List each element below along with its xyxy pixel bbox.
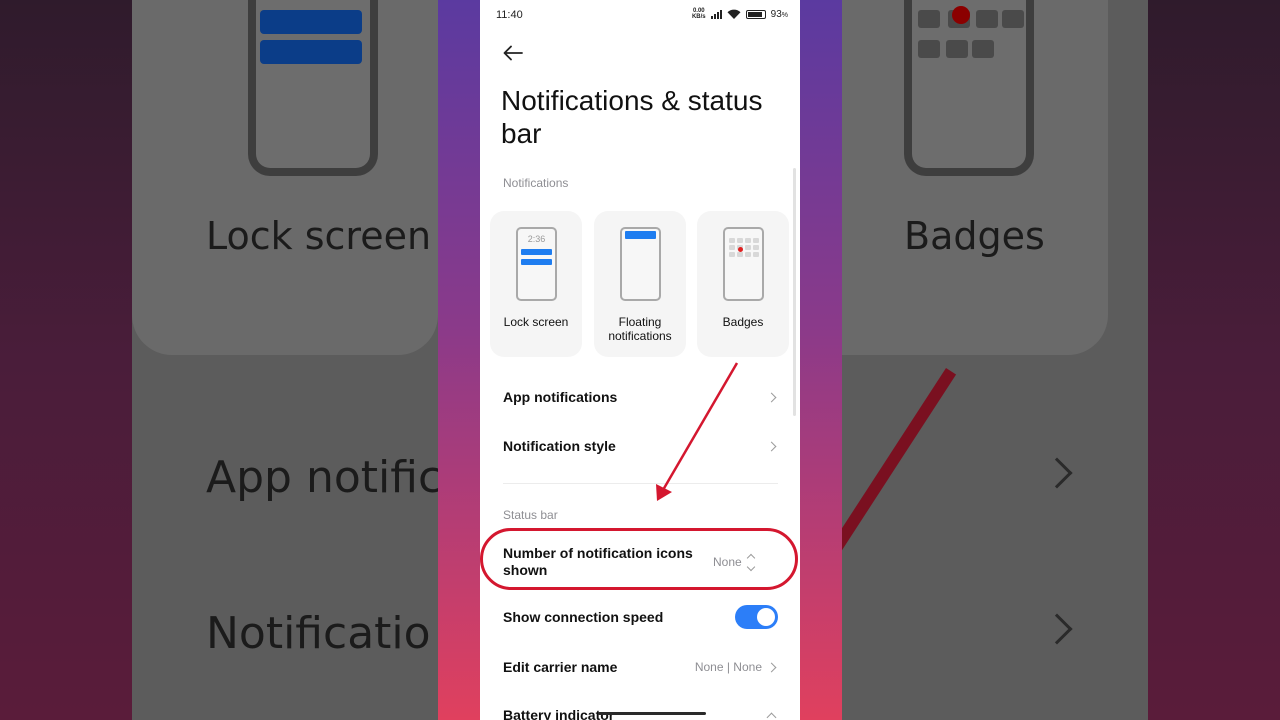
background-notification-bar [260,10,362,34]
background-lock-screen-label: Lock screen [206,214,432,258]
toggle-knob [757,608,775,626]
row-label: Show connection speed [503,608,664,625]
floating-notification-preview [620,227,661,301]
home-indicator[interactable] [598,712,706,715]
lock-screen-preview: 2:36 [516,227,557,301]
preview-time: 2:36 [527,234,546,244]
background-notification-style-label: Notificatio [206,608,431,659]
chevron-right-icon [766,441,777,451]
preview-notification-bar [521,249,552,255]
row-show-connection-speed[interactable]: Show connection speed [480,604,800,630]
settings-screen: 11:40 0.00 KB/s 93% Notifications & stat… [480,0,800,720]
chevron-right-icon [766,662,777,672]
card-label: Badges [722,315,764,329]
card-badges[interactable]: Badges [697,211,789,357]
network-speed-unit: KB/s [691,14,706,20]
background-app-notifications-label: App notifica [206,452,470,503]
background-chevron-icon [1041,457,1073,489]
row-value: None | None [694,660,762,674]
background-right-panel: Badges [793,0,1148,720]
row-label: Edit carrier name [503,658,618,675]
background-badges-label: Badges [904,214,1045,258]
connection-speed-toggle[interactable] [735,605,778,629]
row-app-notifications[interactable]: App notifications [480,386,800,408]
chevron-up-icon [766,712,777,720]
preview-notification-bar [521,259,552,265]
battery-icon [745,9,766,19]
background-badge-dot [952,6,970,24]
back-arrow-icon [503,45,523,61]
background-grid-icon [946,40,968,58]
app-grid-icon [729,238,759,257]
background-grid-icon [972,40,994,58]
background-left-panel: Lock screen App notifica Notificatio [132,0,469,720]
card-floating-notifications[interactable]: Floating notifications [594,211,686,357]
status-time: 11:40 [496,9,523,21]
battery-percent: 93% [770,8,788,20]
page-title: Notifications & status bar [501,85,763,149]
divider [503,483,778,484]
chevron-right-icon [766,392,777,402]
row-label: Notification style [503,437,616,454]
gradient-strip-right [800,0,842,720]
background-grid-icon [976,10,998,28]
gradient-strip-left [438,0,480,720]
badges-preview [723,227,764,301]
background-grid-icon [918,10,940,28]
card-label: Lock screen [503,315,569,329]
row-label: App notifications [503,388,618,405]
card-label: Floating notifications [608,315,672,343]
badge-dot-icon [738,247,743,252]
status-bar: 11:40 0.00 KB/s 93% [496,8,788,24]
background-notification-bar [260,40,362,64]
row-edit-carrier-name[interactable]: Edit carrier name None | None [480,656,800,678]
background-grid-icon [1002,10,1024,28]
background-grid-icon [918,40,940,58]
status-icons: 0.00 KB/s 93% [692,8,788,20]
highlight-circle [480,528,798,590]
section-label-notifications: Notifications [503,176,569,190]
back-button[interactable] [500,40,526,66]
row-notification-style[interactable]: Notification style [480,435,800,457]
card-lock-screen[interactable]: 2:36 Lock screen [490,211,582,357]
signal-icon [710,9,722,19]
background-chevron-icon [1041,613,1073,645]
preview-floating-banner [625,231,656,239]
section-label-status-bar: Status bar [503,508,558,522]
network-speed-indicator: 0.00 KB/s [692,8,706,20]
scrollbar[interactable] [793,168,796,416]
wifi-icon [727,9,741,19]
